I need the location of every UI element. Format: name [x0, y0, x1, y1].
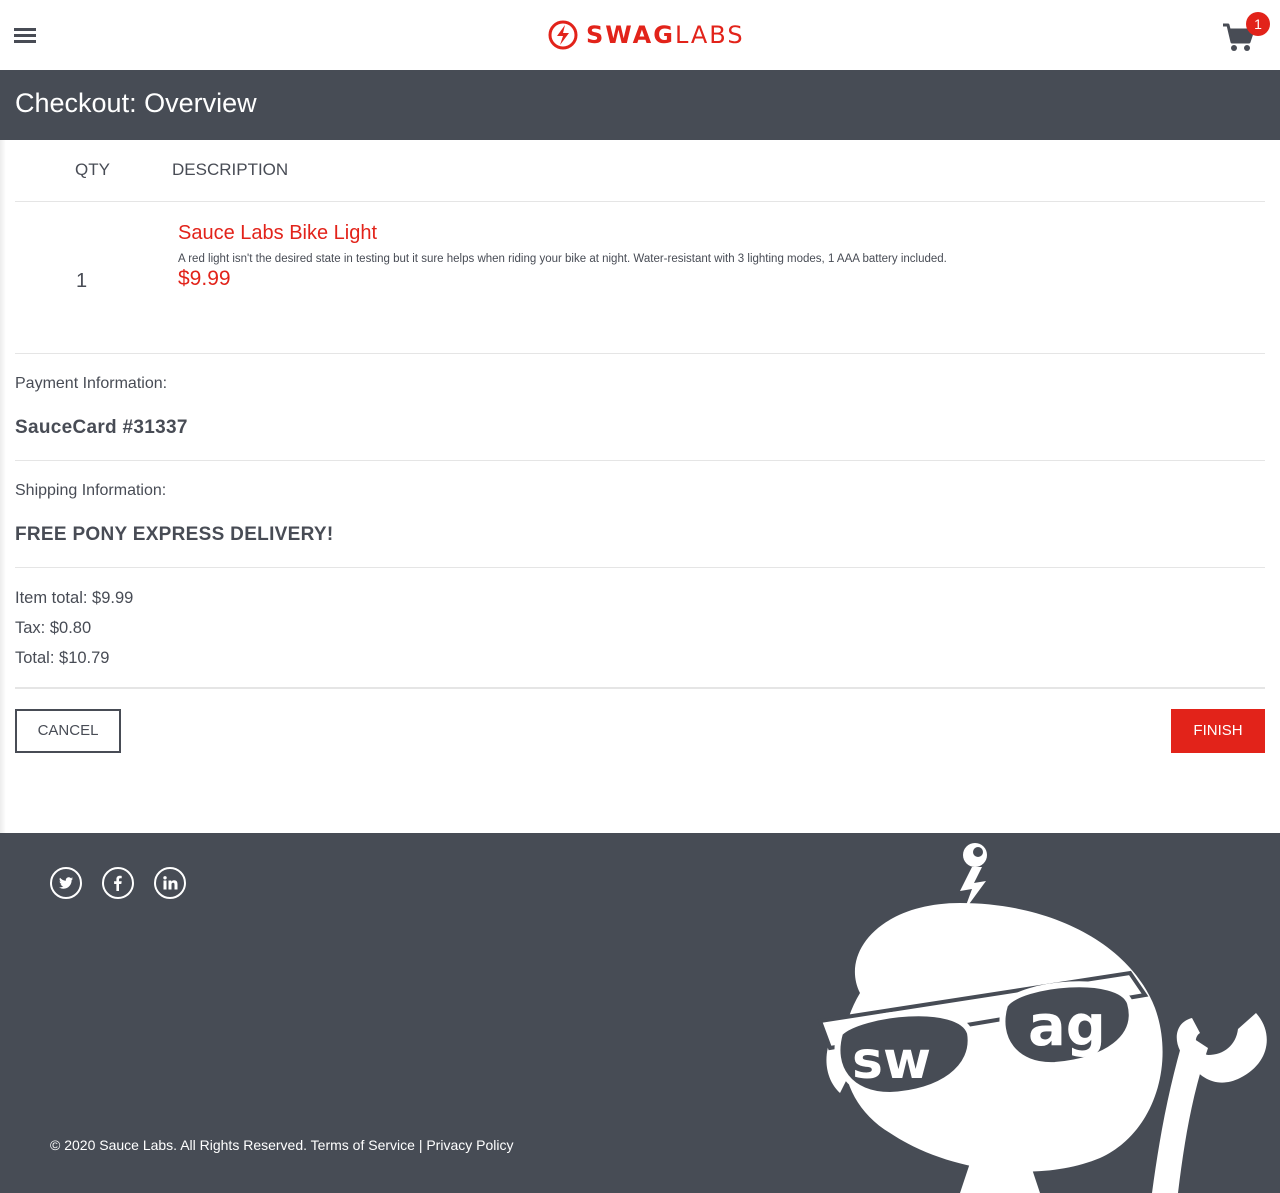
- item-description: A red light isn't the desired state in t…: [178, 253, 947, 265]
- item-price: $9.99: [178, 267, 231, 290]
- summary-tax: Tax: $0.80: [15, 619, 92, 637]
- divider: [15, 567, 1265, 568]
- footer: sw ag © 2020 Sauce Labs. All Rights Rese…: [0, 833, 1280, 1193]
- secondary-header: Checkout: Overview: [0, 70, 1280, 140]
- mascot-text-left: sw: [852, 1031, 931, 1091]
- item-name-link[interactable]: Sauce Labs Bike Light: [178, 222, 377, 245]
- privacy-link[interactable]: Privacy Policy: [426, 1137, 513, 1153]
- facebook-icon[interactable]: [102, 867, 134, 899]
- terms-link[interactable]: Terms of Service: [311, 1137, 415, 1153]
- divider: [15, 353, 1265, 354]
- footer-copyright: © 2020 Sauce Labs. All Rights Reserved. …: [50, 1137, 513, 1153]
- item-quantity: 1: [76, 270, 88, 292]
- cancel-button[interactable]: CANCEL: [15, 709, 121, 753]
- shipping-info-value: FREE PONY EXPRESS DELIVERY!: [15, 524, 334, 545]
- menu-icon[interactable]: [14, 28, 36, 46]
- primary-header: SWAGLABS 1: [0, 0, 1280, 70]
- finish-button[interactable]: FINISH: [1171, 709, 1265, 753]
- copyright-text: © 2020 Sauce Labs. All Rights Reserved.: [50, 1137, 308, 1153]
- payment-info-label: Payment Information:: [15, 375, 168, 392]
- summary-total: Total: $10.79: [15, 649, 110, 667]
- twitter-icon[interactable]: [50, 867, 82, 899]
- logo-text: SWAGLABS: [586, 21, 745, 49]
- divider: [15, 460, 1265, 461]
- swag-robot-mascot: sw ag: [817, 843, 1267, 1193]
- page-title: Checkout: Overview: [15, 88, 257, 118]
- linkedin-icon[interactable]: [154, 867, 186, 899]
- footer-separator: |: [418, 1137, 423, 1153]
- left-shadow: [0, 140, 6, 833]
- summary-subtotal: Item total: $9.99: [15, 589, 134, 607]
- sauce-logo-icon: [548, 20, 578, 50]
- qty-column-header: QTY: [75, 160, 110, 179]
- shipping-info-label: Shipping Information:: [15, 482, 167, 499]
- mascot-text-right: ag: [1028, 994, 1106, 1059]
- swag-labs-logo: SWAGLABS: [548, 20, 745, 50]
- divider: [15, 201, 1265, 202]
- divider: [15, 687, 1265, 689]
- cart-badge: 1: [1246, 12, 1270, 36]
- payment-info-value: SauceCard #31337: [15, 417, 188, 438]
- description-column-header: DESCRIPTION: [172, 160, 289, 179]
